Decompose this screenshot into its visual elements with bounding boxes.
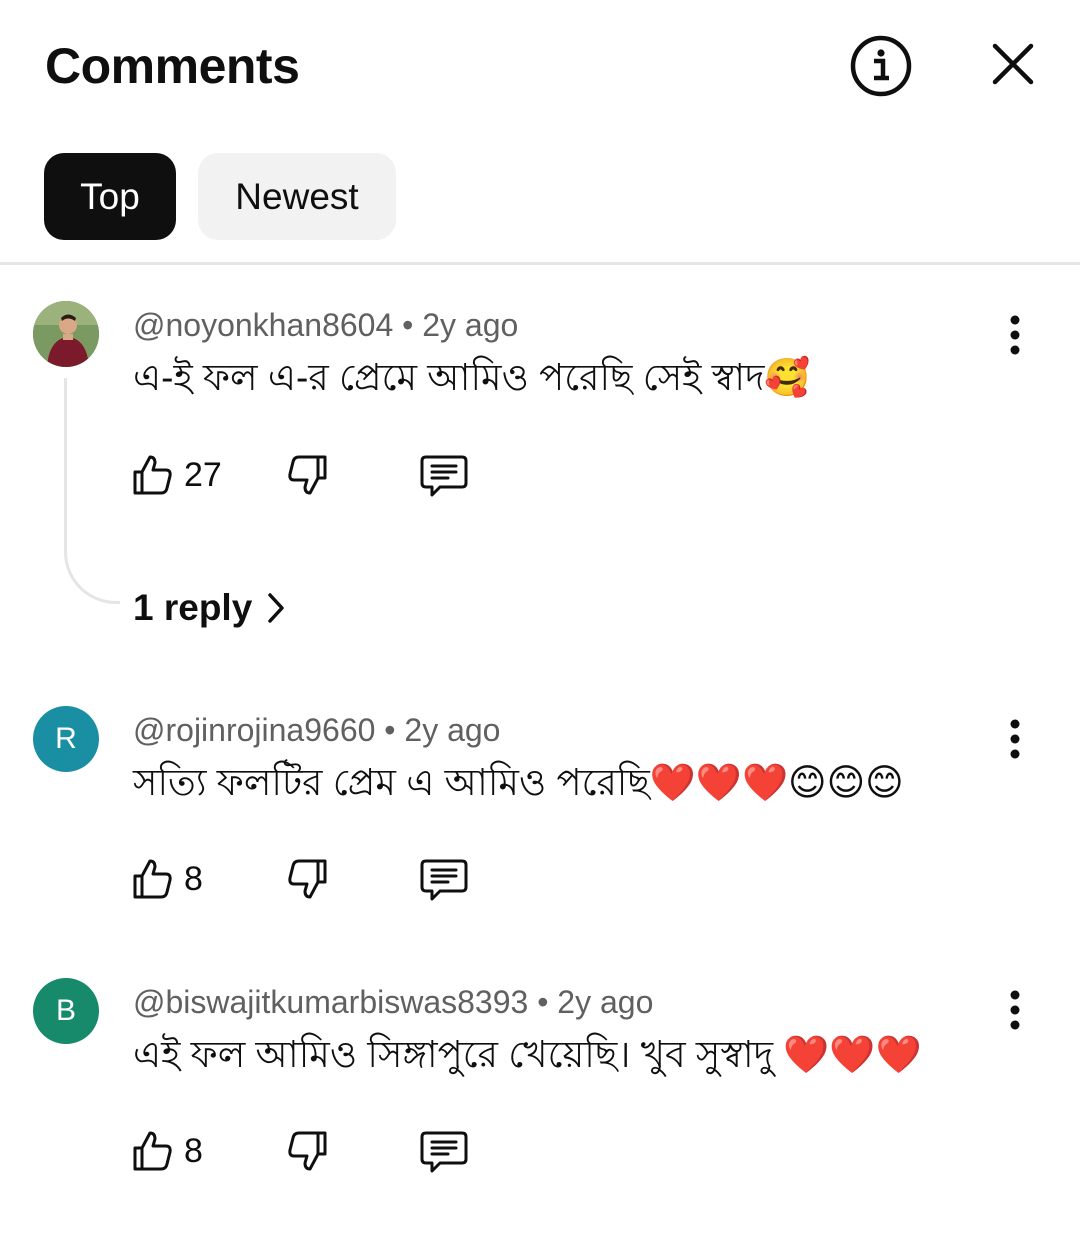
avatar[interactable]: B — [33, 978, 99, 1044]
more-vertical-icon — [1010, 990, 1020, 1030]
info-button[interactable] — [846, 31, 916, 101]
thumbs-up-icon — [133, 859, 172, 899]
like-count: 8 — [184, 859, 203, 898]
view-replies-button[interactable]: 1 reply — [133, 583, 286, 633]
close-icon — [992, 43, 1034, 85]
comment-meta: @rojinrojina9660 • 2y ago — [133, 712, 501, 748]
comment-meta: @noyonkhan8604 • 2y ago — [133, 307, 519, 343]
comment-text: এ-ই ফল এ-র প্রেমে আমিও পরেছি সেই স্বাদ🥰 — [133, 357, 811, 398]
like-button[interactable]: 27 — [128, 447, 222, 503]
like-count: 8 — [184, 1131, 203, 1170]
chevron-right-icon — [268, 593, 285, 623]
comment-icon — [420, 1131, 468, 1173]
close-button[interactable] — [978, 29, 1048, 99]
reply-thread-line — [64, 378, 120, 604]
reply-button[interactable] — [418, 1123, 470, 1179]
more-options-button[interactable] — [995, 709, 1035, 769]
like-button[interactable]: 8 — [128, 1123, 203, 1179]
thumbs-down-icon — [288, 1131, 327, 1171]
like-button[interactable]: 8 — [128, 851, 203, 907]
avatar[interactable]: R — [33, 706, 99, 772]
tab-newest[interactable]: Newest — [198, 153, 396, 240]
thumbs-down-icon — [288, 859, 327, 899]
reply-button[interactable] — [418, 447, 470, 503]
comment-actions: 8 — [128, 1123, 528, 1179]
more-options-button[interactable] — [995, 980, 1035, 1040]
thumbs-up-icon — [133, 455, 172, 495]
user-photo-icon — [33, 301, 99, 367]
comment-actions: 8 — [128, 851, 528, 907]
header-divider — [0, 262, 1080, 265]
thumbs-down-icon — [288, 455, 327, 495]
avatar-letter: B — [55, 994, 76, 1027]
more-vertical-icon — [1010, 719, 1020, 759]
like-count: 27 — [184, 455, 222, 494]
more-options-button[interactable] — [995, 305, 1035, 365]
comments-panel: Comments Top Newest @noyonkhan8604 • 2y … — [0, 0, 1080, 1236]
avatar-letter: R — [55, 722, 77, 755]
more-vertical-icon — [1010, 315, 1020, 355]
comment-icon — [420, 859, 468, 901]
panel-title: Comments — [45, 38, 300, 94]
comment-text: সত্যি ফলটির প্রেম এ আমিও পরেছি❤️❤️❤️😊😊😊 — [133, 762, 904, 803]
avatar[interactable] — [33, 301, 99, 367]
replies-count-label: 1 reply — [133, 587, 253, 628]
comment-icon — [420, 455, 468, 497]
tab-top[interactable]: Top — [44, 153, 176, 240]
reply-button[interactable] — [418, 851, 470, 907]
comment-actions: 27 — [128, 447, 528, 503]
dislike-button[interactable] — [284, 851, 332, 907]
dislike-button[interactable] — [284, 1123, 332, 1179]
info-icon — [850, 35, 912, 97]
comment-text: এই ফল আমিও সিঙ্গাপুরে খেয়েছি। খুব সুস্ব… — [133, 1034, 922, 1075]
comment-meta: @biswajitkumarbiswas8393 • 2y ago — [133, 984, 654, 1020]
thumbs-up-icon — [133, 1131, 172, 1171]
dislike-button[interactable] — [284, 447, 332, 503]
